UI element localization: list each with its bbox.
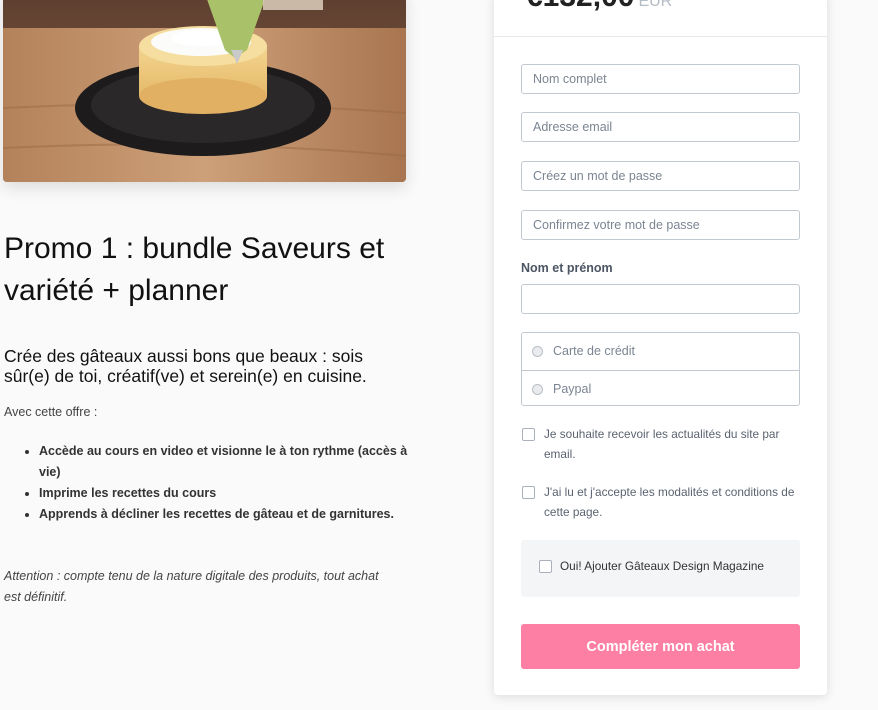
- terms-option[interactable]: J'ai lu et j'accepte les modalités et co…: [521, 482, 806, 522]
- payment-option-label: Paypal: [553, 382, 592, 396]
- newsletter-checkbox[interactable]: [522, 428, 535, 441]
- purchase-notice: Attention : compte tenu de la nature dig…: [4, 569, 379, 604]
- offer-intro: Avec cette offre :: [4, 405, 98, 419]
- radio-button[interactable]: [532, 345, 543, 357]
- name-label: Nom et prénom: [521, 261, 613, 275]
- addon-checkbox[interactable]: [539, 559, 552, 573]
- feature-item: Accède au cours en video et visionne le …: [39, 441, 419, 483]
- product-subtitle: Crée des gâteaux aussi bons que beaux : …: [4, 346, 367, 386]
- addon-label: Oui! Ajouter Gâteaux Design Magazine: [560, 559, 764, 573]
- newsletter-label: Je souhaite recevoir les actualités du s…: [544, 427, 780, 461]
- full-name-input[interactable]: [521, 64, 800, 94]
- price-currency: EUR: [638, 0, 673, 10]
- email-input[interactable]: [521, 112, 800, 142]
- addon-option[interactable]: Oui! Ajouter Gâteaux Design Magazine: [539, 559, 764, 573]
- order-bump-box: Oui! Ajouter Gâteaux Design Magazine: [521, 540, 800, 597]
- feature-item: Imprime les recettes du cours: [39, 483, 419, 504]
- cake-photo: [3, 0, 406, 182]
- price-amount: €132,00: [526, 0, 634, 13]
- order-form-card: €132,00 EUR Nom et prénom Carte de crédit…: [494, 0, 827, 695]
- password-confirm-input[interactable]: [521, 210, 800, 240]
- card-divider: [494, 36, 827, 37]
- payment-method-group: Carte de crédit Paypal: [521, 332, 800, 406]
- payment-option-credit-card[interactable]: Carte de crédit: [522, 333, 799, 369]
- product-title: Promo 1 : bundle Saveurs et variété + pl…: [4, 232, 385, 307]
- terms-label: J'ai lu et j'accepte les modalités et co…: [544, 485, 795, 519]
- price: €132,00 EUR: [526, 0, 673, 13]
- password-input[interactable]: [521, 161, 800, 191]
- newsletter-option[interactable]: Je souhaite recevoir les actualités du s…: [521, 424, 806, 464]
- name-input[interactable]: [521, 284, 800, 314]
- payment-option-label: Carte de crédit: [553, 344, 635, 358]
- feature-item: Apprends à décliner les recettes de gâte…: [39, 504, 419, 525]
- payment-option-paypal[interactable]: Paypal: [522, 370, 799, 407]
- terms-checkbox[interactable]: [522, 486, 535, 499]
- complete-purchase-button[interactable]: Compléter mon achat: [521, 624, 800, 669]
- feature-list: Accède au cours en video et visionne le …: [4, 441, 419, 525]
- radio-button[interactable]: [532, 383, 543, 395]
- product-image: [3, 0, 406, 182]
